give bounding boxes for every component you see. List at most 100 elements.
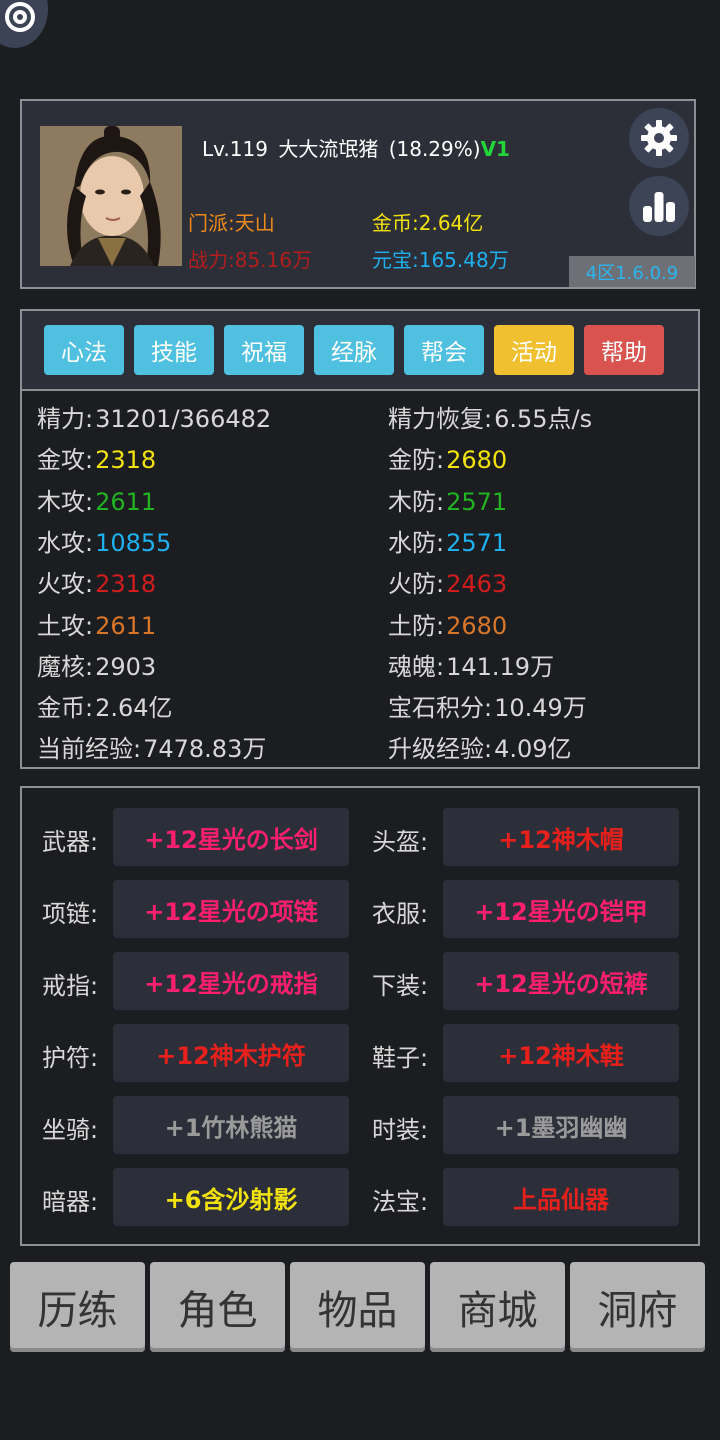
gold-amount: 金币:2.64亿 xyxy=(372,211,484,235)
stat-row: 精力:31201/366482 xyxy=(37,399,271,434)
tab-guild[interactable]: 帮会 xyxy=(404,325,484,375)
stat-value: 10.49万 xyxy=(494,694,587,723)
stat-label: 火攻: xyxy=(37,570,94,599)
equip-item-button[interactable]: +1竹林熊猫 xyxy=(113,1096,349,1154)
exp-percent: (18.29%) xyxy=(388,137,481,161)
nav-shop-button[interactable]: 商城 xyxy=(430,1262,565,1352)
stat-value: 7478.83万 xyxy=(143,735,267,764)
stat-value: 6.55点/s xyxy=(494,405,593,433)
stat-label: 升级经验: xyxy=(388,735,493,764)
stat-label: 金防: xyxy=(388,446,445,475)
yuanbao-amount: 元宝:165.48万 xyxy=(372,248,509,272)
tab-meridian[interactable]: 经脉 xyxy=(314,325,394,375)
sect-text: 门派:天山 xyxy=(188,211,275,235)
stat-row: 火攻:2318 xyxy=(37,564,156,599)
equip-item-button[interactable]: +12神木护符 xyxy=(113,1024,349,1082)
stat-value: 2903 xyxy=(95,652,157,681)
stat-row: 升级经验:4.09亿 xyxy=(388,729,572,764)
tab-skills[interactable]: 技能 xyxy=(134,325,214,375)
stat-value: 2.64亿 xyxy=(95,694,173,723)
stat-row: 金币:2.64亿 xyxy=(37,688,173,723)
combat-power: 战力:85.16万 xyxy=(188,248,312,272)
stat-value: 2680 xyxy=(446,446,508,475)
stat-value: 2571 xyxy=(446,528,508,557)
stat-value: 2318 xyxy=(95,570,157,599)
level-text: Lv.119 xyxy=(202,137,268,161)
stat-value: 10855 xyxy=(95,528,172,557)
stat-row: 土攻:2611 xyxy=(37,606,156,641)
ranking-button[interactable] xyxy=(629,176,689,236)
equip-slot-label: 戒指: xyxy=(42,972,99,1000)
level-line: Lv.119 大大流氓猪 (18.29%)V1 xyxy=(202,133,510,162)
equip-item-button[interactable]: +12星光の长剑 xyxy=(113,808,349,866)
equip-slot-label: 下装: xyxy=(372,972,429,1000)
equip-item-button[interactable]: 上品仙器 xyxy=(443,1168,679,1226)
stat-label: 水攻: xyxy=(37,528,94,557)
equip-slot-label: 法宝: xyxy=(372,1188,429,1216)
stat-row: 金攻:2318 xyxy=(37,440,156,475)
stat-value: 2680 xyxy=(446,611,508,640)
stat-label: 金攻: xyxy=(37,446,94,475)
equip-item-button[interactable]: +12星光の铠甲 xyxy=(443,880,679,938)
equip-slot-label: 坐骑: xyxy=(42,1116,99,1144)
stat-label: 木防: xyxy=(388,487,445,516)
stat-row: 魔核:2903 xyxy=(37,647,156,682)
stat-row: 火防:2463 xyxy=(388,564,507,599)
stat-label: 精力恢复: xyxy=(388,405,493,433)
stat-label: 土攻: xyxy=(37,611,94,640)
gear-icon xyxy=(641,120,677,156)
equip-item-button[interactable]: +6含沙射影 xyxy=(113,1168,349,1226)
at-sign-icon[interactable] xyxy=(0,0,48,48)
equip-slot-label: 鞋子: xyxy=(372,1044,429,1072)
stat-label: 火防: xyxy=(388,570,445,599)
stat-label: 水防: xyxy=(388,528,445,557)
tab-blessing[interactable]: 祝福 xyxy=(224,325,304,375)
tab-mind-method[interactable]: 心法 xyxy=(44,325,124,375)
stat-value: 4.09亿 xyxy=(494,735,572,764)
equip-item-button[interactable]: +12星光の短裤 xyxy=(443,952,679,1010)
stat-value: 141.19万 xyxy=(446,652,555,681)
nav-character-button[interactable]: 角色 xyxy=(150,1262,285,1352)
equip-item-button[interactable]: +12神木鞋 xyxy=(443,1024,679,1082)
stat-row: 当前经验:7478.83万 xyxy=(37,729,266,764)
equip-slot-label: 衣服: xyxy=(372,900,429,928)
stat-value: 31201/366482 xyxy=(95,405,272,433)
equip-slot-label: 头盔: xyxy=(372,828,429,856)
equip-slot-label: 护符: xyxy=(42,1044,99,1072)
stat-value: 2571 xyxy=(446,487,508,516)
equip-slot-label: 时装: xyxy=(372,1116,429,1144)
stat-label: 木攻: xyxy=(37,487,94,516)
profile-card: Lv.119 大大流氓猪 (18.29%)V1 门派:天山 战力:85.16万 … xyxy=(20,99,696,289)
equip-item-button[interactable]: +12神木帽 xyxy=(443,808,679,866)
stats-panel: 心法 技能 祝福 经脉 帮会 活动 帮助 精力:31201/366482 精力恢复:6.55点… xyxy=(20,309,700,769)
stat-row: 精力恢复:6.55点/s xyxy=(388,399,592,434)
stat-row: 木防:2571 xyxy=(388,482,507,517)
equip-slot-label: 暗器: xyxy=(42,1188,99,1216)
stat-value: 2611 xyxy=(95,487,157,516)
settings-button[interactable] xyxy=(629,108,689,168)
tab-help[interactable]: 帮助 xyxy=(584,325,664,375)
nav-cave-button[interactable]: 洞府 xyxy=(570,1262,705,1352)
equip-item-button[interactable]: +12星光の项链 xyxy=(113,880,349,938)
player-name: 大大流氓猪 xyxy=(278,137,379,161)
nav-training-button[interactable]: 历练 xyxy=(10,1262,145,1352)
equip-item-button[interactable]: +12星光の戒指 xyxy=(113,952,349,1010)
stat-label: 土防: xyxy=(388,611,445,640)
stat-value: 2611 xyxy=(95,611,157,640)
stat-label: 当前经验: xyxy=(37,735,142,764)
stat-row: 魂魄:141.19万 xyxy=(388,647,554,682)
bar-chart-icon xyxy=(643,192,675,222)
stat-label: 宝石积分: xyxy=(388,694,493,723)
stat-row: 土防:2680 xyxy=(388,606,507,641)
stat-value: 2463 xyxy=(446,570,508,599)
stat-row: 水攻:10855 xyxy=(37,523,171,558)
equip-item-button[interactable]: +1墨羽幽幽 xyxy=(443,1096,679,1154)
vip-badge: V1 xyxy=(480,137,510,161)
stat-row: 金防:2680 xyxy=(388,440,507,475)
stat-row: 水防:2571 xyxy=(388,523,507,558)
stat-value: 2318 xyxy=(95,446,157,475)
tab-bar: 心法 技能 祝福 经脉 帮会 活动 帮助 xyxy=(22,311,698,391)
nav-items-button[interactable]: 物品 xyxy=(290,1262,425,1352)
character-avatar[interactable] xyxy=(40,126,182,266)
tab-events[interactable]: 活动 xyxy=(494,325,574,375)
